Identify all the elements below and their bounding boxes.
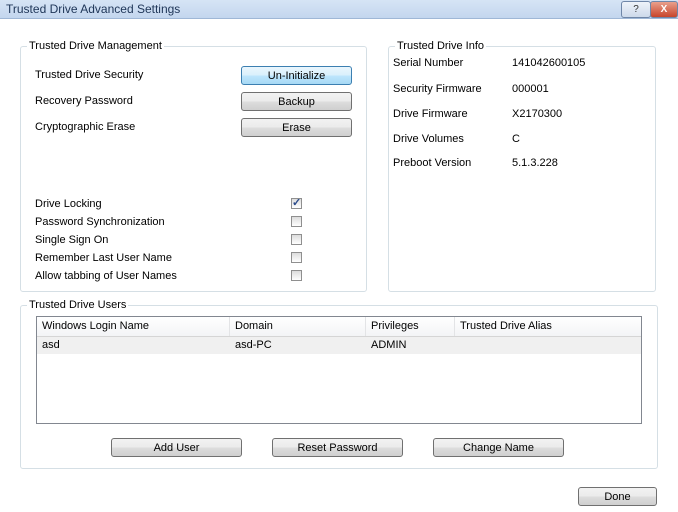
security-label: Trusted Drive Security [35, 69, 144, 81]
serial-number-label: Serial Number [393, 57, 464, 69]
cell-privileges: ADMIN [371, 339, 407, 351]
users-legend: Trusted Drive Users [29, 299, 127, 311]
column-login-name[interactable]: Windows Login Name [37, 317, 230, 336]
cell-login-name: asd [42, 339, 60, 351]
remember-user-checkbox[interactable] [291, 252, 302, 263]
allow-tabbing-label: Allow tabbing of User Names [35, 270, 177, 282]
drive-locking-label: Drive Locking [35, 198, 102, 210]
preboot-version-label: Preboot Version [393, 157, 472, 169]
drive-volumes-label: Drive Volumes [393, 133, 464, 145]
add-user-button[interactable]: Add User [111, 438, 242, 457]
single-sign-on-checkbox[interactable] [291, 234, 302, 245]
drive-locking-checkbox[interactable] [291, 196, 302, 209]
uninitialize-button[interactable]: Un-Initialize [241, 66, 352, 85]
drive-volumes-value: C [512, 133, 520, 145]
erase-button[interactable]: Erase [241, 118, 352, 137]
table-row[interactable]: asd asd-PC ADMIN [37, 337, 641, 354]
security-firmware-label: Security Firmware [393, 83, 482, 95]
cell-domain: asd-PC [235, 339, 272, 351]
backup-button[interactable]: Backup [241, 92, 352, 111]
change-name-button[interactable]: Change Name [433, 438, 564, 457]
single-sign-on-label: Single Sign On [35, 234, 109, 246]
close-button[interactable]: X [650, 1, 678, 18]
users-list-header: Windows Login Name Domain Privileges Tru… [37, 317, 641, 337]
password-sync-label: Password Synchronization [35, 216, 165, 228]
crypto-erase-label: Cryptographic Erase [35, 121, 136, 133]
serial-number-value: 141042600105 [512, 57, 586, 69]
column-privileges[interactable]: Privileges [366, 317, 455, 336]
close-icon: X [660, 4, 668, 15]
recovery-password-label: Recovery Password [35, 95, 133, 107]
preboot-version-value: 5.1.3.228 [512, 157, 558, 169]
management-legend: Trusted Drive Management [29, 40, 162, 52]
title-bar: Trusted Drive Advanced Settings ? X [0, 0, 678, 19]
reset-password-button[interactable]: Reset Password [272, 438, 403, 457]
window-title: Trusted Drive Advanced Settings [6, 2, 181, 16]
column-alias[interactable]: Trusted Drive Alias [455, 317, 641, 336]
help-icon: ? [633, 4, 639, 15]
cell-alias [455, 337, 460, 354]
remember-user-label: Remember Last User Name [35, 252, 172, 264]
password-sync-checkbox[interactable] [291, 216, 302, 227]
column-domain[interactable]: Domain [230, 317, 366, 336]
info-legend: Trusted Drive Info [397, 40, 485, 52]
help-button[interactable]: ? [621, 1, 651, 18]
security-firmware-value: 000001 [512, 83, 549, 95]
drive-firmware-value: X2170300 [512, 108, 563, 120]
done-button[interactable]: Done [578, 487, 657, 506]
allow-tabbing-checkbox[interactable] [291, 270, 302, 281]
drive-firmware-label: Drive Firmware [393, 108, 468, 120]
users-list[interactable]: Windows Login Name Domain Privileges Tru… [36, 316, 642, 424]
